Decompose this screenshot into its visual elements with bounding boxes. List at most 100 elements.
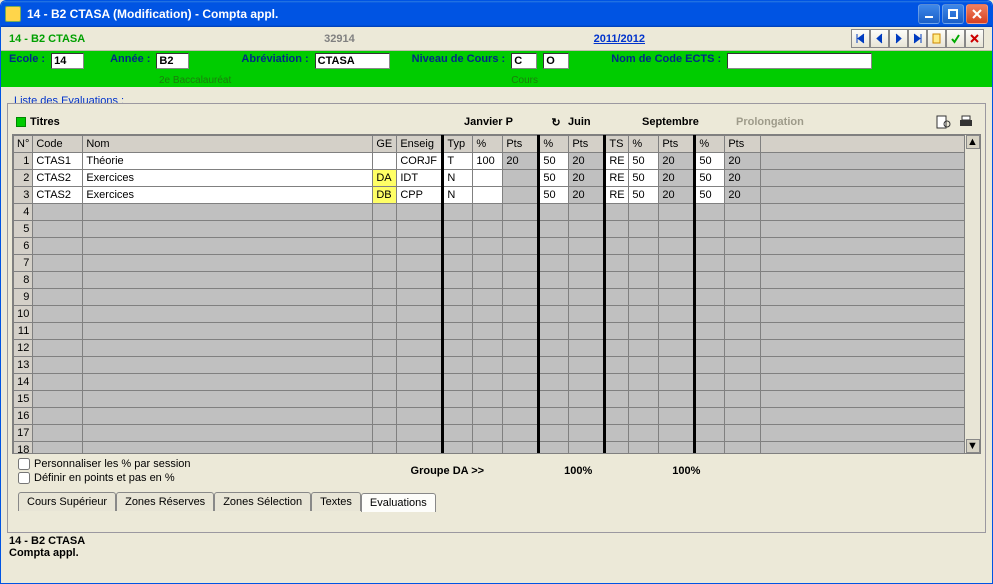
period-septembre: Septembre — [642, 116, 732, 128]
col-ge[interactable]: GE — [373, 136, 397, 153]
group-label: Groupe DA >> — [411, 465, 485, 477]
table-row[interactable]: 1CTAS1ThéorieCORJFT100205020RE50205020 — [14, 153, 965, 170]
grid-footer: Personnaliser les % par session Définir … — [12, 454, 981, 488]
table-row[interactable]: 10 — [14, 306, 965, 323]
tab-bar: Cours Supérieur Zones Réserves Zones Sél… — [12, 488, 981, 511]
nav-cancel-icon[interactable] — [965, 29, 984, 48]
green-square-icon — [16, 117, 26, 127]
nav-last-icon[interactable] — [908, 29, 927, 48]
sub-cours: Cours — [511, 75, 538, 86]
tab-zones-selection[interactable]: Zones Sélection — [214, 492, 311, 511]
footer-line1: 14 - B2 CTASA — [9, 535, 984, 547]
ecole-label: Ecole : — [9, 53, 45, 65]
table-row[interactable]: 7 — [14, 255, 965, 272]
col-pct3[interactable]: % — [629, 136, 659, 153]
table-row[interactable]: 6 — [14, 238, 965, 255]
col-pct2[interactable]: % — [539, 136, 569, 153]
period-janvier: Janvier P — [464, 116, 544, 128]
filter-bar: Ecole : Année : Abréviation : Niveau de … — [1, 51, 992, 87]
nav-next-icon[interactable] — [889, 29, 908, 48]
pct-1: 100% — [564, 465, 592, 477]
nav-icons — [851, 29, 984, 48]
niveau-input-2[interactable] — [543, 53, 569, 69]
grid-header-row: N° Code Nom GE Enseig Typ % Pts % Pts TS… — [14, 136, 965, 153]
tab-zones-reserves[interactable]: Zones Réserves — [116, 492, 214, 511]
col-pts2[interactable]: Pts — [569, 136, 605, 153]
grid-scrollbar[interactable]: ▲ ▼ — [965, 134, 981, 454]
window-buttons — [918, 4, 988, 24]
ects-label: Nom de Code ECTS : — [611, 53, 721, 65]
annee-input[interactable] — [156, 53, 189, 69]
col-nom[interactable]: Nom — [83, 136, 373, 153]
period-titres: Titres — [30, 116, 460, 128]
maximize-button[interactable] — [942, 4, 964, 24]
window-title: 14 - B2 CTASA (Modification) - Compta ap… — [27, 7, 918, 21]
ects-input[interactable] — [727, 53, 872, 69]
table-row[interactable]: 4 — [14, 204, 965, 221]
niveau-label: Niveau de Cours : — [412, 53, 506, 65]
scroll-up-icon[interactable]: ▲ — [966, 135, 980, 149]
tab-evaluations[interactable]: Evaluations — [361, 493, 436, 512]
header-code: 14 - B2 CTASA — [9, 33, 85, 45]
nav-first-icon[interactable] — [851, 29, 870, 48]
annee-label: Année : — [110, 53, 150, 65]
sub-bacc: 2e Baccalauréat — [159, 75, 231, 86]
title-bar: 14 - B2 CTASA (Modification) - Compta ap… — [1, 1, 992, 27]
table-row[interactable]: 15 — [14, 391, 965, 408]
footer-line2: Compta appl. — [9, 547, 984, 559]
table-row[interactable]: 5 — [14, 221, 965, 238]
tab-textes[interactable]: Textes — [311, 492, 361, 511]
chk-definir[interactable]: Définir en points et pas en % — [18, 472, 191, 484]
table-row[interactable]: 12 — [14, 340, 965, 357]
abrev-label: Abréviation : — [241, 53, 308, 65]
table-row[interactable]: 18 — [14, 442, 965, 455]
scroll-down-icon[interactable]: ▼ — [966, 439, 980, 453]
nav-confirm-icon[interactable] — [946, 29, 965, 48]
col-pct1[interactable]: % — [473, 136, 503, 153]
table-row[interactable]: 14 — [14, 374, 965, 391]
abrev-input[interactable] — [315, 53, 390, 69]
table-row[interactable]: 13 — [14, 357, 965, 374]
tab-cours-superieur[interactable]: Cours Supérieur — [18, 492, 116, 511]
period-prolongation: Prolongation — [736, 116, 804, 128]
table-row[interactable]: 16 — [14, 408, 965, 425]
ecole-input[interactable] — [51, 53, 84, 69]
app-icon — [5, 6, 21, 22]
print-icon[interactable] — [957, 114, 975, 130]
niveau-input-1[interactable] — [511, 53, 537, 69]
pct-2: 100% — [672, 465, 700, 477]
preview-icon[interactable] — [935, 114, 953, 130]
greenbar-subtitles: 2e Baccalauréat Cours — [9, 75, 984, 86]
col-pts4[interactable]: Pts — [725, 136, 761, 153]
table-row[interactable]: 11 — [14, 323, 965, 340]
table-row[interactable]: 2CTAS2ExercicesDAIDTN5020RE50205020 — [14, 170, 965, 187]
col-pts3[interactable]: Pts — [659, 136, 695, 153]
col-pts1[interactable]: Pts — [503, 136, 539, 153]
col-typ[interactable]: Typ — [443, 136, 473, 153]
grid-wrap: N° Code Nom GE Enseig Typ % Pts % Pts TS… — [12, 134, 981, 454]
period-juin: Juin — [568, 116, 638, 128]
header-id: 32914 — [91, 33, 587, 45]
col-code[interactable]: Code — [33, 136, 83, 153]
nav-prev-icon[interactable] — [870, 29, 889, 48]
col-tail — [761, 136, 965, 153]
col-ts[interactable]: TS — [605, 136, 629, 153]
table-row[interactable]: 8 — [14, 272, 965, 289]
nav-document-icon[interactable] — [927, 29, 946, 48]
table-row[interactable]: 17 — [14, 425, 965, 442]
col-n[interactable]: N° — [14, 136, 33, 153]
col-enseig[interactable]: Enseig — [397, 136, 443, 153]
col-pct4[interactable]: % — [695, 136, 725, 153]
chk-personnaliser[interactable]: Personnaliser les % par session — [18, 458, 191, 470]
refresh-icon[interactable]: ↻ — [548, 116, 564, 129]
status-footer: 14 - B2 CTASA Compta appl. — [1, 529, 992, 565]
minimize-button[interactable] — [918, 4, 940, 24]
evaluations-list: Liste des Evaluations : Titres Janvier P… — [7, 91, 986, 529]
close-button[interactable] — [966, 4, 988, 24]
evaluations-grid[interactable]: N° Code Nom GE Enseig Typ % Pts % Pts TS… — [12, 134, 965, 454]
table-row[interactable]: 9 — [14, 289, 965, 306]
header-year-link[interactable]: 2011/2012 — [594, 33, 645, 45]
table-row[interactable]: 3CTAS2ExercicesDBCPPN5020RE50205020 — [14, 187, 965, 204]
period-header: Titres Janvier P ↻ Juin Septembre Prolon… — [12, 112, 981, 134]
header-row: 14 - B2 CTASA 32914 2011/2012 — [1, 27, 992, 51]
